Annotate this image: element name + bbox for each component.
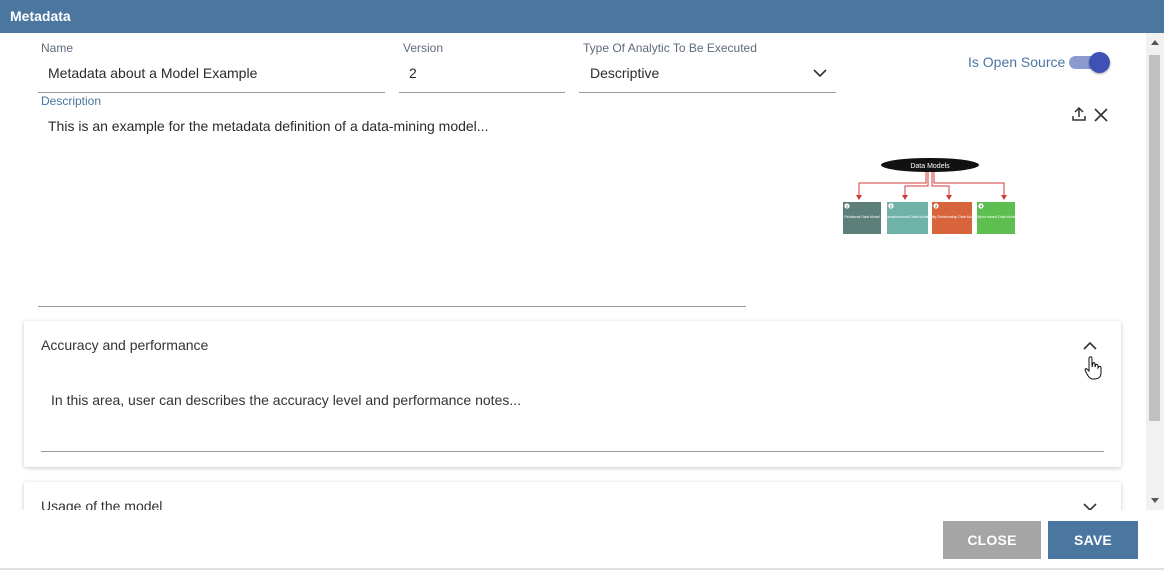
diagram-connectors <box>858 172 1005 197</box>
accuracy-notes-field[interactable]: In this area, user can describes the acc… <box>51 392 521 408</box>
close-icon[interactable] <box>1092 106 1110 124</box>
name-underline <box>38 92 385 93</box>
diagram-box-1-label: Relational Data Model <box>844 215 880 219</box>
data-models-image: Data Models 1 2 3 4 Relational Data Mode… <box>843 158 1017 234</box>
dialog-footer: CLOSE SAVE <box>0 510 1164 570</box>
content-scrollbar[interactable] <box>1146 33 1164 510</box>
analytic-type-select[interactable]: Descriptive <box>590 65 659 81</box>
diagram-box-4-label: Object-based Data Model <box>976 215 1017 219</box>
analytic-type-underline <box>579 92 836 93</box>
version-field[interactable]: 2 <box>409 65 417 81</box>
dialog-content: Name Metadata about a Model Example Vers… <box>0 33 1146 510</box>
usage-panel-title[interactable]: Usage of the model <box>41 498 162 510</box>
accuracy-panel: Accuracy and performance In this area, u… <box>24 321 1121 467</box>
usage-panel: Usage of the model <box>24 482 1121 510</box>
save-button[interactable]: SAVE <box>1048 521 1138 559</box>
scroll-thumb[interactable] <box>1149 55 1160 421</box>
diagram-box-3-label: Entity-Relationship Data Model <box>927 215 977 219</box>
name-field[interactable]: Metadata about a Model Example <box>48 65 257 81</box>
version-underline <box>399 92 565 93</box>
toggle-thumb <box>1089 52 1110 73</box>
scroll-up-arrow-icon[interactable] <box>1151 40 1159 45</box>
description-field[interactable]: This is an example for the metadata defi… <box>48 118 488 134</box>
chevron-down-icon[interactable] <box>1081 498 1099 510</box>
description-underline <box>38 306 746 307</box>
accuracy-notes-underline <box>41 451 1104 452</box>
analytic-type-label: Type Of Analytic To Be Executed <box>583 41 757 55</box>
dialog-titlebar: Metadata <box>0 0 1164 33</box>
scroll-down-arrow-icon[interactable] <box>1151 498 1159 503</box>
version-label: Version <box>403 41 444 55</box>
dialog-title: Metadata <box>10 8 71 24</box>
close-button[interactable]: CLOSE <box>943 521 1041 559</box>
name-label: Name <box>41 41 74 55</box>
accuracy-panel-title[interactable]: Accuracy and performance <box>41 337 208 353</box>
open-source-toggle[interactable] <box>1069 52 1111 73</box>
diagram-box-2-label: Semistructured Data Model <box>885 215 929 219</box>
pointer-cursor-icon <box>1084 356 1102 380</box>
chevron-up-icon[interactable] <box>1081 337 1099 355</box>
diagram-arrowheads <box>856 195 1007 200</box>
chevron-down-icon[interactable] <box>811 64 829 82</box>
upload-icon[interactable] <box>1070 105 1088 123</box>
diagram-title: Data Models <box>910 163 950 170</box>
description-label: Description <box>41 94 102 108</box>
open-source-label: Is Open Source <box>968 54 1066 70</box>
